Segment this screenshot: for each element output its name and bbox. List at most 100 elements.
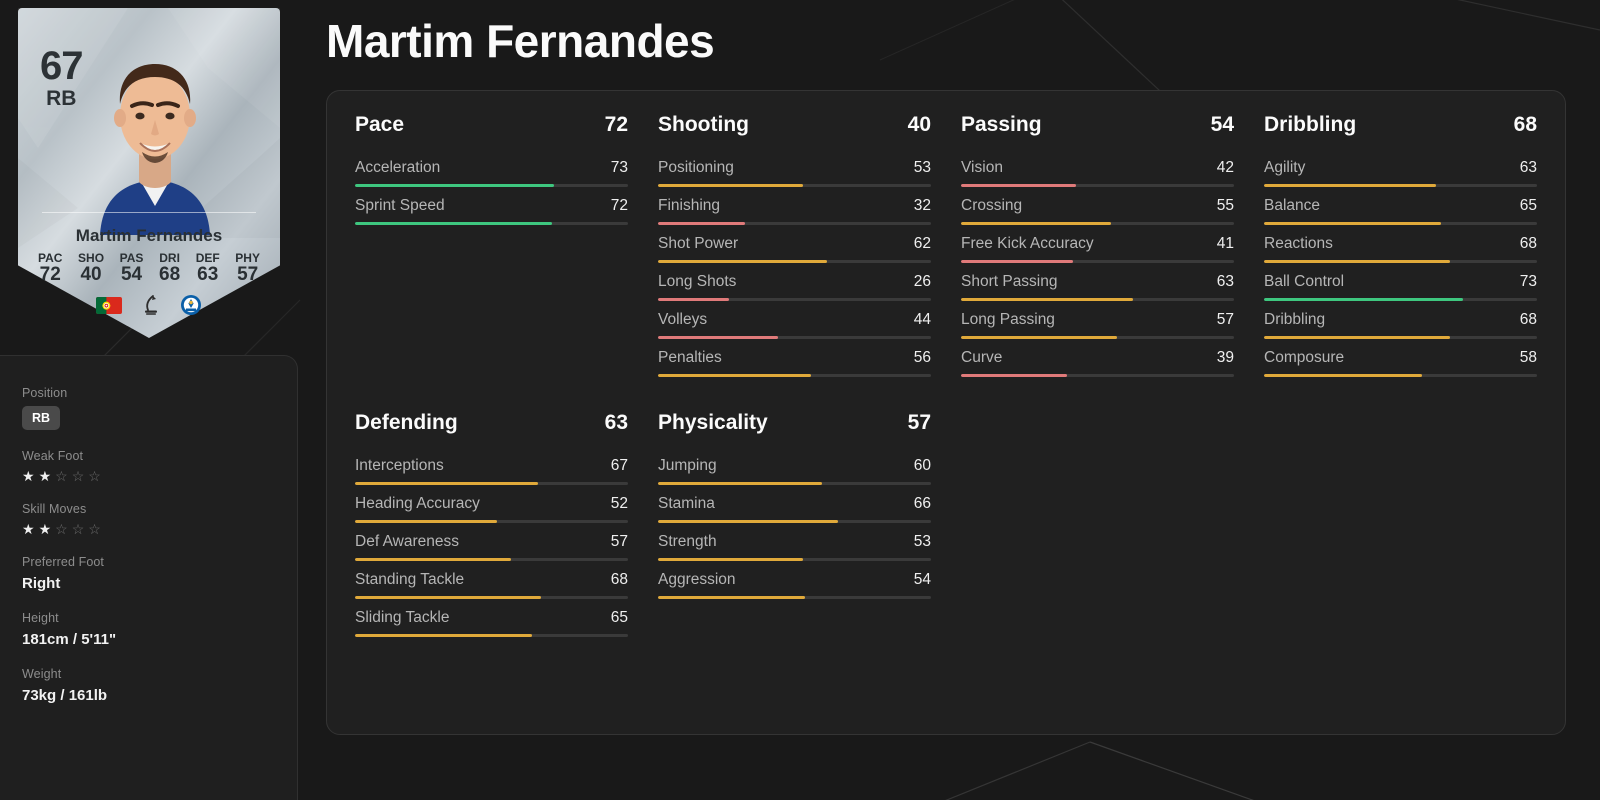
attribute-label-row: Aggression 54: [658, 571, 931, 589]
card-stat-value: 72: [39, 263, 61, 285]
attribute-row-interceptions: Interceptions 67: [355, 447, 628, 485]
attribute-group-name: Defending: [355, 411, 458, 434]
player-stats-page: 67 RB Martim Fernandes PAC 72 SHO 40 PAS…: [0, 0, 1600, 800]
card-stat-label: SHO: [78, 251, 105, 265]
card-stat-label: PAS: [119, 251, 144, 265]
attribute-bar-track: [658, 482, 931, 485]
card-stat-value: 57: [237, 263, 259, 285]
attribute-bar-track: [961, 222, 1234, 225]
attribute-bar-track: [961, 184, 1234, 187]
attribute-group-shooting: Shooting 40 Positioning 53 Finishing 32 Shot P…: [656, 113, 933, 377]
attribute-row-strength: Strength 53: [658, 523, 931, 561]
attribute-label-row: Crossing 55: [961, 197, 1234, 215]
attribute-label-row: Heading Accuracy 52: [355, 495, 628, 513]
card-badges: [18, 294, 280, 316]
attribute-bar-track: [961, 298, 1234, 301]
attribute-name: Finishing: [658, 197, 721, 214]
info-position-chip[interactable]: RB: [22, 406, 61, 430]
attribute-group-header: Passing 54: [961, 113, 1234, 139]
attribute-group-name: Shooting: [658, 113, 749, 136]
attribute-label-row: Penalties 56: [658, 349, 931, 367]
attribute-bar-fill: [658, 482, 822, 485]
attribute-value: 53: [913, 533, 931, 550]
attribute-value: 68: [610, 571, 628, 588]
attribute-label-row: Free Kick Accuracy 41: [961, 235, 1234, 253]
attribute-bar-track: [1264, 222, 1537, 225]
attribute-bar-fill: [961, 374, 1068, 377]
attribute-group-value: 68: [1513, 113, 1537, 136]
attribute-bar-track: [658, 374, 931, 377]
attribute-row-short-passing: Short Passing 63: [961, 263, 1234, 301]
attribute-bar-fill: [355, 222, 552, 225]
attribute-bar-track: [1264, 298, 1537, 301]
attribute-value: 60: [913, 457, 931, 474]
attribute-name: Penalties: [658, 349, 722, 366]
attribute-name: Aggression: [658, 571, 736, 588]
attribute-bar-track: [355, 520, 628, 523]
attribute-label-row: Finishing 32: [658, 197, 931, 215]
attribute-label-row: Curve 39: [961, 349, 1234, 367]
star-empty-icon: ☆: [71, 468, 85, 484]
attribute-group-value: 54: [1210, 113, 1234, 136]
info-height-label: Height: [22, 611, 59, 625]
attribute-bar-fill: [658, 184, 803, 187]
info-preferred-foot-value: Right: [22, 575, 61, 592]
star-filled-icon: ★: [38, 468, 52, 484]
info-weight-label: Weight: [22, 667, 62, 681]
attribute-group-name: Dribbling: [1264, 113, 1357, 136]
attribute-group-value: 40: [907, 113, 931, 136]
attribute-bar-track: [658, 596, 931, 599]
card-stat-value: 63: [197, 263, 219, 285]
attribute-name: Sliding Tackle: [355, 609, 450, 626]
attribute-group-header: Pace 72: [355, 113, 628, 139]
attribute-bar-fill: [355, 558, 511, 561]
attribute-label-row: Reactions 68: [1264, 235, 1537, 253]
attribute-value: 52: [610, 495, 628, 512]
attribute-name: Acceleration: [355, 159, 441, 176]
attribute-bar-track: [355, 596, 628, 599]
attribute-value: 57: [1216, 311, 1234, 328]
card-stat-value: 40: [80, 263, 102, 285]
info-weak-foot: Weak Foot ★ ★ ☆ ☆ ☆: [22, 449, 297, 483]
attribute-bar-track: [1264, 184, 1537, 187]
star-filled-icon: ★: [22, 468, 35, 484]
card-divider: [42, 212, 256, 213]
info-position: Position RB: [22, 386, 297, 430]
attribute-name: Reactions: [1264, 235, 1333, 252]
card-position-label: RB: [46, 87, 77, 110]
attribute-value: 65: [610, 609, 628, 626]
attribute-name: Shot Power: [658, 235, 739, 252]
attribute-label-row: Ball Control 73: [1264, 273, 1537, 291]
card-stat-label: DEF: [195, 251, 220, 265]
attribute-value: 58: [1519, 349, 1537, 366]
attribute-name: Strength: [658, 533, 717, 550]
attribute-bar-track: [658, 184, 931, 187]
card-stat-label: PHY: [235, 251, 260, 265]
attribute-name: Ball Control: [1264, 273, 1345, 290]
attribute-name: Heading Accuracy: [355, 495, 480, 512]
info-weight: Weight 73kg / 161lb: [22, 667, 297, 704]
attribute-group-header: Dribbling 68: [1264, 113, 1537, 139]
info-skill-moves-label: Skill Moves: [22, 502, 87, 516]
player-card[interactable]: 67 RB Martim Fernandes PAC 72 SHO 40 PAS…: [18, 8, 280, 338]
attribute-value: 63: [1216, 273, 1234, 290]
attribute-name: Short Passing: [961, 273, 1058, 290]
attribute-value: 62: [913, 235, 931, 252]
attribute-group-defending: Defending 63 Interceptions 67 Heading Accura…: [353, 411, 630, 637]
attribute-group-dribbling: Dribbling 68 Agility 63 Balance 65 Reactions 68…: [1262, 113, 1539, 377]
attribute-label-row: Balance 65: [1264, 197, 1537, 215]
attribute-label-row: Positioning 53: [658, 159, 931, 177]
attribute-bar-fill: [1264, 336, 1450, 339]
player-info-panel: Position RB Weak Foot ★ ★ ☆ ☆ ☆ Skill Moves …: [0, 355, 298, 800]
attribute-value: 73: [1519, 273, 1537, 290]
attribute-name: Balance: [1264, 197, 1321, 214]
attribute-bar-track: [355, 634, 628, 637]
attribute-bar-fill: [658, 260, 828, 263]
card-player-name: Martim Fernandes: [75, 226, 223, 245]
info-weight-value: 73kg / 161lb: [22, 687, 108, 704]
attribute-bar-track: [658, 298, 931, 301]
attribute-value: 67: [610, 457, 628, 474]
attribute-value: 41: [1216, 235, 1234, 252]
attribute-name: Stamina: [658, 495, 715, 512]
nation-flag-portugal-icon: [96, 296, 122, 314]
